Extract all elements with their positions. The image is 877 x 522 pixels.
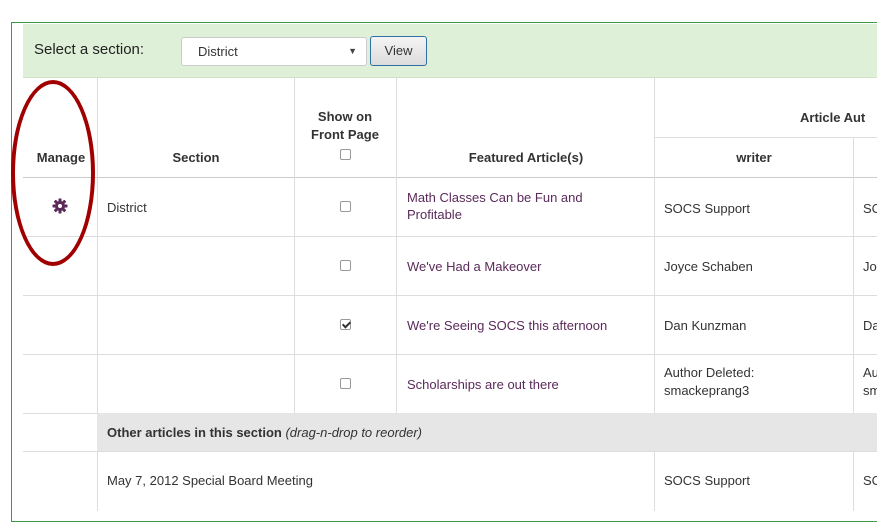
other-articles-heading: Other articles in this section (drag-n-d… (107, 425, 422, 440)
writer-line2: smackeprang3 (664, 383, 750, 398)
show-front-select-all-checkbox[interactable] (340, 149, 351, 160)
featured-article-title-line1: Math Classes Can be Fun and (407, 190, 583, 205)
row-divider (23, 236, 877, 237)
other-articles-hint: (drag-n-drop to reorder) (285, 425, 423, 440)
row-section: District (107, 200, 147, 215)
chevron-down-icon: ▼ (348, 46, 357, 56)
next-author-cell: Au sm (863, 365, 877, 398)
section-select-value: District (198, 44, 238, 59)
col-divider (853, 137, 854, 413)
other-article-link[interactable]: May 7, 2012 Special Board Meeting (107, 473, 313, 488)
next-author-cell: Jo (863, 259, 877, 274)
featured-article-link[interactable]: Math Classes Can be Fun and Profitable (407, 190, 647, 222)
next-author-cell: SC (863, 473, 877, 488)
featured-header: Featured Article(s) (468, 150, 584, 165)
section-header: Section (172, 150, 220, 165)
section-select[interactable]: District ▼ (181, 37, 367, 66)
row-divider (23, 354, 877, 355)
col-divider (654, 77, 655, 413)
show-front-checkbox[interactable] (340, 378, 351, 389)
writer-cell: SOCS Support (664, 473, 750, 488)
col-divider (654, 451, 655, 511)
header-divider (654, 137, 877, 138)
show-front-checkbox[interactable] (340, 260, 351, 271)
writer-cell: Author Deleted: smackeprang3 (664, 365, 754, 398)
featured-article-link[interactable]: We're Seeing SOCS this afternoon (407, 318, 607, 333)
writer-cell: SOCS Support (664, 201, 750, 216)
header-bottom-divider (23, 177, 877, 178)
featured-article-link[interactable]: Scholarships are out there (407, 377, 559, 392)
col-divider (294, 77, 295, 413)
next-author-cell: SC (863, 201, 877, 216)
next-author-line1: Au (863, 365, 877, 380)
writer-line1: Author Deleted: (664, 365, 755, 380)
row-divider (23, 295, 877, 296)
row-divider (23, 451, 877, 452)
article-author-header: Article Aut (800, 110, 866, 125)
writer-header: writer (736, 150, 772, 165)
featured-article-title-line2: Profitable (407, 207, 462, 222)
show-front-header-line1: Show on (317, 109, 373, 124)
col-divider (853, 451, 854, 511)
col-divider (97, 451, 98, 511)
other-articles-title: Other articles in this section (107, 425, 282, 440)
col-divider (396, 77, 397, 413)
highlight-oval (11, 80, 95, 266)
show-front-checkbox-checked[interactable] (340, 319, 351, 330)
featured-article-link[interactable]: We've Had a Makeover (407, 259, 541, 274)
col-divider (97, 77, 98, 413)
section-selector-bar (23, 24, 877, 78)
select-section-label: Select a section: (34, 41, 145, 58)
show-front-checkbox[interactable] (340, 201, 351, 212)
writer-cell: Joyce Schaben (664, 259, 753, 274)
show-front-header-line2: Front Page (311, 127, 379, 142)
next-author-cell: Da (863, 318, 877, 333)
next-author-line2: sm (863, 383, 877, 398)
writer-cell: Dan Kunzman (664, 318, 747, 333)
view-button[interactable]: View (370, 36, 427, 66)
